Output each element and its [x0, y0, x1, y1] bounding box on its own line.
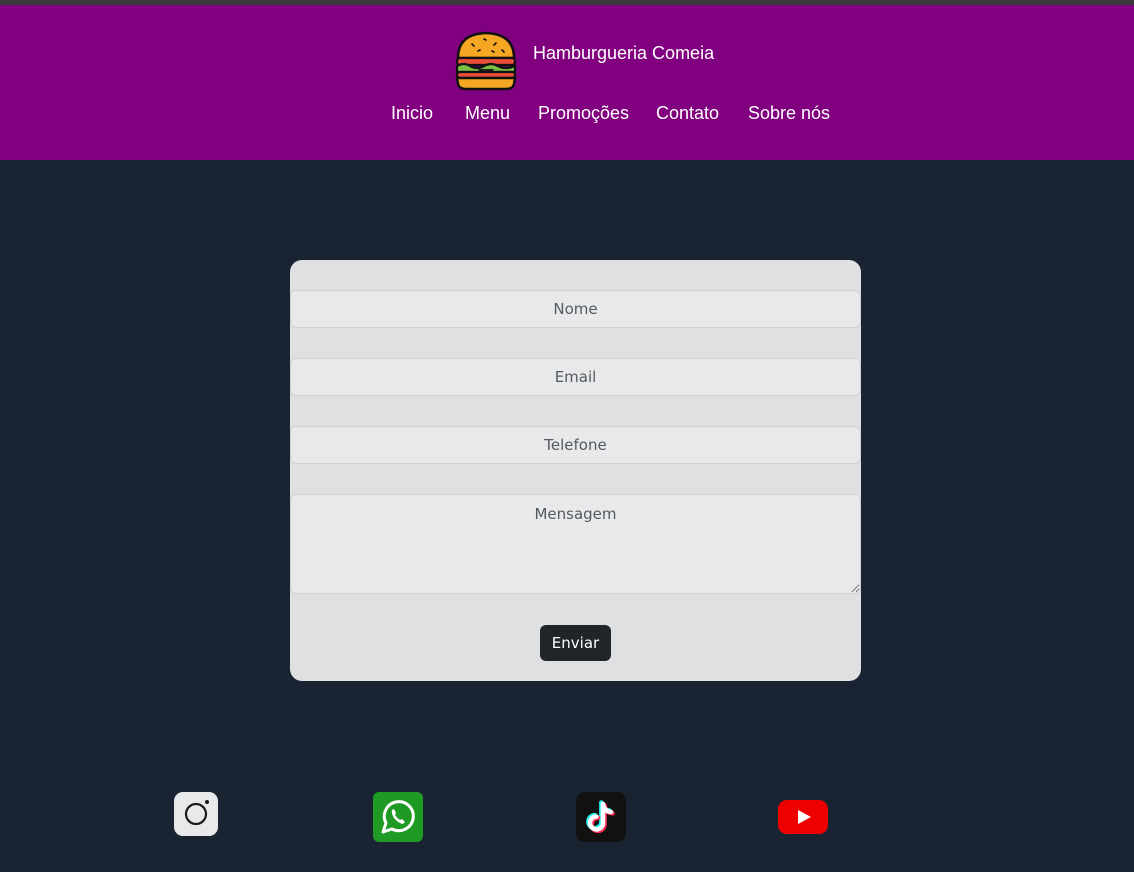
- send-button[interactable]: Enviar: [540, 625, 611, 661]
- nav-item-promocoes[interactable]: Promoções: [538, 103, 629, 124]
- instagram-icon: [174, 792, 218, 836]
- tiktok-link[interactable]: [576, 792, 626, 842]
- nav-item-sobre-nos[interactable]: Sobre nós: [748, 103, 830, 124]
- message-field[interactable]: [290, 494, 861, 594]
- brand-logo[interactable]: [454, 30, 518, 92]
- name-field[interactable]: [290, 290, 861, 328]
- instagram-link[interactable]: [174, 792, 218, 836]
- contact-form: Enviar: [290, 260, 861, 681]
- youtube-link[interactable]: [778, 792, 828, 842]
- whatsapp-link[interactable]: [373, 792, 423, 842]
- main-nav: Inicio Menu Promoções Contato Sobre nós: [0, 103, 1134, 127]
- site-header: Hamburgueria Comeia Inicio Menu Promoçõe…: [0, 5, 1134, 160]
- youtube-icon: [778, 800, 828, 834]
- brand-name[interactable]: Hamburgueria Comeia: [533, 43, 714, 64]
- nav-item-inicio[interactable]: Inicio: [391, 103, 433, 124]
- phone-field[interactable]: [290, 426, 861, 464]
- tiktok-icon: [576, 792, 626, 842]
- nav-item-menu[interactable]: Menu: [465, 103, 510, 124]
- hamburger-icon: [455, 31, 517, 91]
- nav-item-contato[interactable]: Contato: [656, 103, 719, 124]
- email-field[interactable]: [290, 358, 861, 396]
- whatsapp-icon: [373, 792, 423, 842]
